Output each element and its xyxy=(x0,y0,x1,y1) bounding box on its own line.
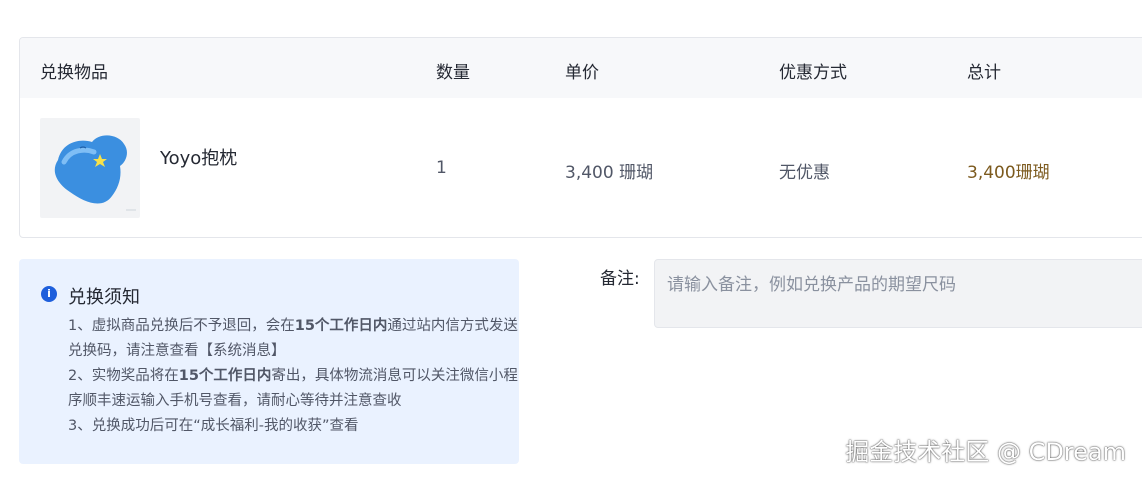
discount-value: 无优惠 xyxy=(779,163,830,183)
notice-line: 3、兑换成功后可在“成长福利-我的收获”查看 xyxy=(68,418,359,434)
header-item: 兑换物品 xyxy=(40,63,108,83)
table-row: Yoyo抱枕 1 3,400 珊瑚 无优惠 3,400珊瑚 xyxy=(20,98,1142,237)
order-table: 兑换物品 数量 单价 优惠方式 总计 Yoyo抱枕 1 3,400 珊瑚 无优惠… xyxy=(19,37,1142,238)
notice-line: 2、实物奖品将在15个工作日内寄出，具体物流消息可以关注微信小程序顺丰速运输入手… xyxy=(68,368,518,409)
notice-line: 1、虚拟商品兑换后不予退回，会在15个工作日内通过站内信方式发送兑换码，请注意查… xyxy=(68,318,518,359)
info-icon: i xyxy=(41,286,57,302)
notice-body: 1、虚拟商品兑换后不予退回，会在15个工作日内通过站内信方式发送兑换码，请注意查… xyxy=(68,314,518,439)
header-quantity: 数量 xyxy=(436,63,470,83)
remark-label: 备注: xyxy=(600,269,640,289)
header-unit-price: 单价 xyxy=(565,63,599,83)
remark-input[interactable]: 请输入备注，例如兑换产品的期望尺码 xyxy=(654,259,1142,328)
notice-title: 兑换须知 xyxy=(68,287,140,308)
product-image xyxy=(40,118,140,218)
watermark: 掘金技术社区 @ CDream xyxy=(845,438,1126,466)
pillow-illustration xyxy=(54,135,136,211)
total-value: 3,400珊瑚 xyxy=(967,163,1050,183)
unit-price-value: 3,400 珊瑚 xyxy=(565,163,654,183)
header-total: 总计 xyxy=(967,63,1001,83)
product-name: Yoyo抱枕 xyxy=(160,148,238,169)
exchange-notice: i 兑换须知 1、虚拟商品兑换后不予退回，会在15个工作日内通过站内信方式发送兑… xyxy=(19,259,519,464)
table-header: 兑换物品 数量 单价 优惠方式 总计 xyxy=(20,38,1142,98)
remark-placeholder: 请输入备注，例如兑换产品的期望尺码 xyxy=(667,275,956,295)
quantity-value: 1 xyxy=(436,158,447,178)
header-discount: 优惠方式 xyxy=(779,63,847,83)
